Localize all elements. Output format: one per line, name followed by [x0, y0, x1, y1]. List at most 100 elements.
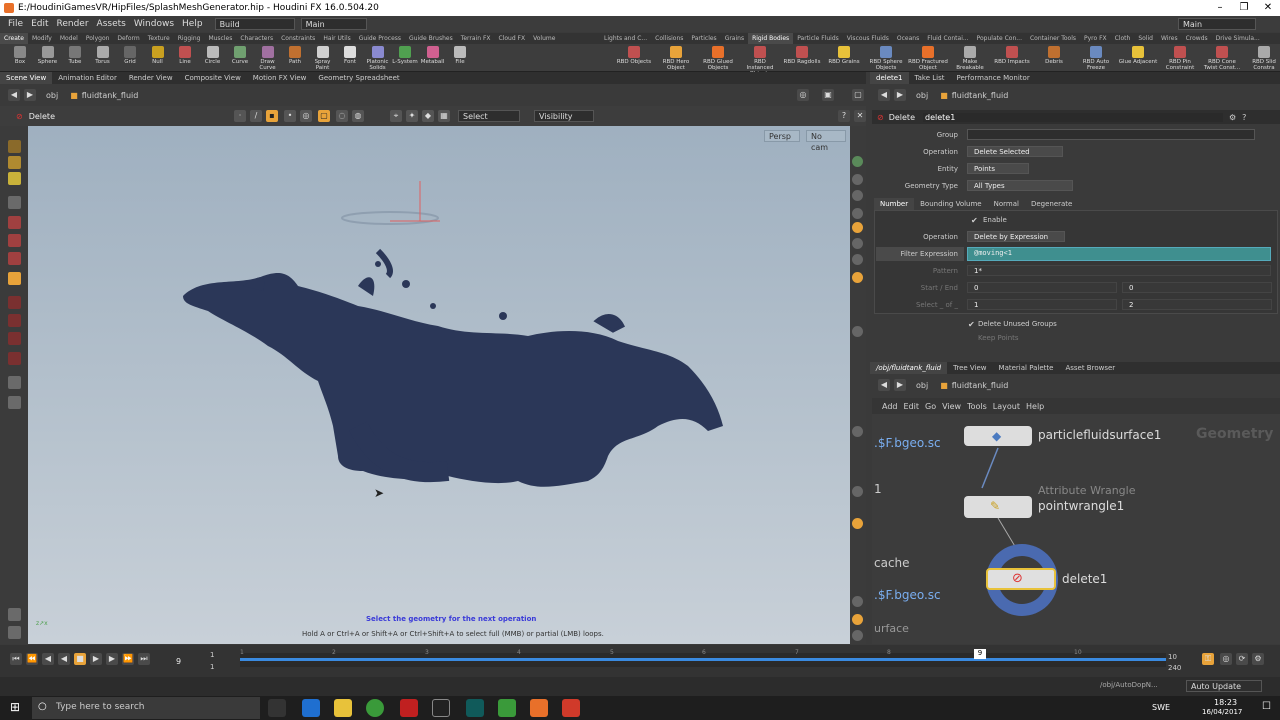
tool-l-system[interactable]: L-System: [391, 46, 419, 65]
net-back-icon[interactable]: ◀: [878, 379, 890, 391]
tab-take-list[interactable]: Take List: [909, 72, 951, 84]
taskbar-search[interactable]: ○ Type here to search: [32, 697, 260, 719]
tool-draw-curve[interactable]: Draw Curve: [254, 46, 282, 71]
layout-icon[interactable]: ▣: [822, 89, 834, 101]
tool-rbd-ragdolls[interactable]: RBD Ragdolls: [782, 46, 822, 65]
shelf-tab-particle-fluids[interactable]: Particle Fluids: [793, 33, 843, 44]
lock-icon[interactable]: [852, 174, 863, 185]
shelf-tab-drive-simula-[interactable]: Drive Simula...: [1212, 33, 1264, 44]
loop-icon[interactable]: ⟳: [1236, 653, 1248, 665]
operation2-dropdown[interactable]: Delete by Expression: [967, 231, 1065, 242]
dot-icon[interactable]: •: [284, 110, 296, 122]
tool-rbd-grains[interactable]: RBD Grains: [824, 46, 864, 65]
maximize-pane-icon[interactable]: ▢: [852, 89, 864, 101]
menu-help[interactable]: Help: [182, 19, 203, 29]
help-param-icon[interactable]: ?: [1242, 113, 1246, 122]
tab-network[interactable]: /obj/fluidtank_fluid: [870, 362, 948, 374]
shelf-tab-characters[interactable]: Characters: [236, 33, 277, 44]
rotate-icon[interactable]: [8, 234, 21, 247]
tool-circle[interactable]: Circle: [199, 46, 227, 65]
menu-edit[interactable]: Edit: [31, 19, 48, 29]
paint-select-icon[interactable]: ◍: [352, 110, 364, 122]
menu-windows[interactable]: Windows: [134, 19, 174, 29]
group-field[interactable]: [967, 129, 1255, 140]
camera-icon[interactable]: [852, 190, 863, 201]
tool-debris[interactable]: Debris: [1034, 46, 1074, 65]
tool-box[interactable]: Box: [6, 46, 34, 65]
tool-torus[interactable]: Torus: [89, 46, 117, 65]
go-start-icon[interactable]: ⏮: [10, 653, 22, 665]
realtime-icon[interactable]: ◎: [1220, 653, 1232, 665]
desktop-selector-right[interactable]: Main: [1178, 18, 1256, 30]
task-view-icon[interactable]: [268, 699, 286, 717]
shelf-tab-hair-utils[interactable]: Hair Utils: [319, 33, 354, 44]
select-mode-dropdown[interactable]: Select: [458, 110, 520, 122]
select-edges-icon[interactable]: /: [250, 110, 262, 122]
param-path-node[interactable]: fluidtank_fluid: [952, 91, 1009, 100]
render-icon[interactable]: [8, 376, 21, 389]
point-icon[interactable]: [852, 238, 863, 249]
tool-path[interactable]: Path: [281, 46, 309, 65]
clock-time[interactable]: 18:23: [1214, 698, 1237, 707]
step-back-icon[interactable]: ◀: [42, 653, 54, 665]
operation-dropdown[interactable]: Delete Selected: [967, 146, 1063, 157]
menu-render[interactable]: Render: [57, 19, 89, 29]
shelf-tab-crowds[interactable]: Crowds: [1182, 33, 1212, 44]
key-icon[interactable]: ⚿: [1202, 653, 1214, 665]
net-forward-icon[interactable]: ▶: [894, 379, 906, 391]
lasso-icon[interactable]: ◌: [336, 110, 348, 122]
unused-groups-checkbox[interactable]: ✔: [968, 320, 975, 329]
shelf-tab-rigging[interactable]: Rigging: [174, 33, 205, 44]
pose-icon[interactable]: [8, 156, 21, 169]
play-reverse-icon[interactable]: ◀: [58, 653, 70, 665]
net-path-node[interactable]: fluidtank_fluid: [952, 381, 1009, 390]
tab-performance-monitor[interactable]: Performance Monitor: [951, 72, 1036, 84]
tool-rbd-pin-constraint[interactable]: RBD Pin Constraint: [1160, 46, 1200, 71]
tool-sphere[interactable]: Sphere: [34, 46, 62, 65]
shelf-tab-terrain-fx[interactable]: Terrain FX: [457, 33, 495, 44]
move-icon[interactable]: [8, 216, 21, 229]
tab-number[interactable]: Number: [874, 197, 915, 210]
next-key-icon[interactable]: ⏩: [122, 653, 134, 665]
shelf-tab-particles[interactable]: Particles: [687, 33, 720, 44]
info-icon[interactable]: [852, 596, 863, 607]
lights-icon[interactable]: [8, 608, 21, 621]
range-end[interactable]: 10: [1168, 653, 1177, 661]
timeline-track[interactable]: 1 2 3 4 5 6 7 8 10 9: [240, 649, 1166, 667]
tab-geometry-spreadsheet[interactable]: Geometry Spreadsheet: [312, 72, 405, 84]
range-start[interactable]: 1: [210, 651, 214, 659]
forward-icon[interactable]: ▶: [24, 89, 36, 101]
shelf-tab-populate-con-[interactable]: Populate Con...: [973, 33, 1026, 44]
tool-rbd-slid-constra[interactable]: RBD Slid Constra: [1244, 46, 1280, 71]
help-icon[interactable]: ?: [838, 110, 850, 122]
shelf-tab-texture[interactable]: Texture: [144, 33, 174, 44]
geotype-dropdown[interactable]: All Types: [967, 180, 1073, 191]
tab-scene-view[interactable]: Scene View: [0, 72, 53, 84]
tab-delete1[interactable]: delete1: [870, 72, 909, 84]
ghost-icon[interactable]: [852, 426, 863, 437]
tool-active-icon[interactable]: [8, 272, 21, 285]
shelf-tab-polygon[interactable]: Polygon: [82, 33, 114, 44]
tab-bounding-volume[interactable]: Bounding Volume: [914, 198, 988, 210]
shelf-tab-viscous-fluids[interactable]: Viscous Fluids: [843, 33, 893, 44]
shelf-tab-collisions[interactable]: Collisions: [651, 33, 687, 44]
tab-composite-view[interactable]: Composite View: [179, 72, 247, 84]
target-icon[interactable]: ◎: [300, 110, 312, 122]
desktop-selector[interactable]: Main: [300, 18, 367, 30]
tool-tube[interactable]: Tube: [61, 46, 89, 65]
scene-viewport[interactable]: Persp No cam ➤ z↗x Select the geometry f…: [28, 126, 850, 644]
pin-icon[interactable]: ◎: [797, 89, 809, 101]
build-selector[interactable]: Build: [214, 18, 295, 30]
audition-icon[interactable]: [466, 699, 484, 717]
enable-checkbox[interactable]: ✔: [971, 216, 978, 225]
camtasia-icon[interactable]: [498, 699, 516, 717]
prev-key-icon[interactable]: ⏪: [26, 653, 38, 665]
language-indicator[interactable]: SWE: [1152, 703, 1170, 712]
tool-grid[interactable]: Grid: [116, 46, 144, 65]
handle-icon[interactable]: [8, 140, 21, 153]
tab-animation-editor[interactable]: Animation Editor: [52, 72, 123, 84]
range-start-2[interactable]: 1: [210, 663, 214, 671]
tool-rbd-glued-objects[interactable]: RBD Glued Objects: [698, 46, 738, 71]
unreal-icon[interactable]: [432, 699, 450, 717]
tool-line[interactable]: Line: [171, 46, 199, 65]
